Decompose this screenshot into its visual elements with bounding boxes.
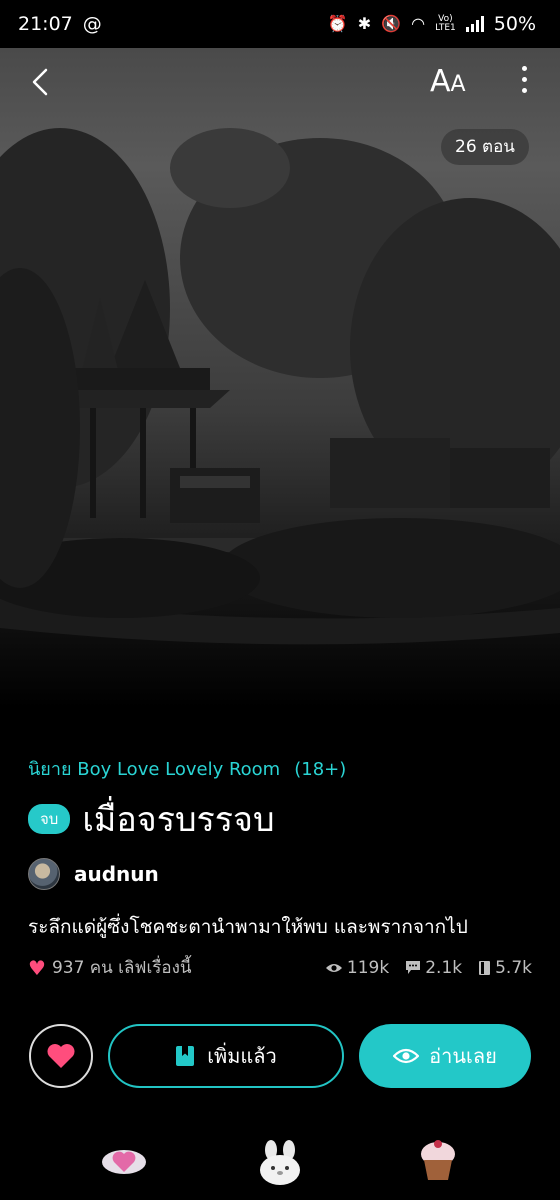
cupcake-sticker-icon <box>421 1140 455 1180</box>
story-synopsis: ระลึกแด่ผู้ซึ่งโชคชะตานำพามาให้พบ และพรา… <box>28 916 468 938</box>
bookmark-book-icon <box>176 1046 195 1066</box>
more-menu-button[interactable] <box>514 66 534 100</box>
cover-image: AA 26 ตอน <box>0 48 560 708</box>
signal-icon <box>465 16 484 32</box>
heart-icon: ♥ <box>28 955 46 980</box>
author-avatar <box>28 858 60 890</box>
status-bar: 21:07 @ ⏰ ✱ 🔇 ◠ Vo) LTE1 50% <box>0 0 560 48</box>
more-vertical-icon <box>514 66 534 93</box>
heart-sticker-button[interactable] <box>100 1140 148 1184</box>
font-size-icon: AA <box>430 64 466 99</box>
story-title: เมื่อจรบรรจบ <box>82 800 275 840</box>
likes-count-text: 937 คน เลิฟเรื่องนี้ <box>51 958 192 978</box>
heart-sticker-icon <box>102 1150 146 1174</box>
add-button-label: เพิ่มแล้ว <box>207 1044 277 1068</box>
add-to-library-button[interactable]: เพิ่มแล้ว <box>108 1024 344 1088</box>
title-row: จบ เมื่อจรบรรจบ <box>28 792 275 846</box>
heart-icon <box>47 1044 75 1068</box>
bluetooth-icon: ✱ <box>357 14 372 33</box>
category-text: นิยาย Boy Love Lovely Room <box>28 759 281 780</box>
read-now-button[interactable]: อ่านเลย <box>359 1024 531 1088</box>
episodes-count-badge: 26 ตอน <box>441 129 529 165</box>
back-button[interactable] <box>26 62 58 102</box>
mute-icon: 🔇 <box>381 14 402 33</box>
completion-status-badge: จบ <box>28 804 71 834</box>
eye-icon <box>393 1048 420 1064</box>
wifi-icon: ◠ <box>411 14 426 33</box>
book-icon <box>479 960 491 975</box>
eye-icon <box>325 963 342 972</box>
alarm-icon: ⏰ <box>327 14 348 33</box>
comment-icon <box>406 961 421 974</box>
cupcake-sticker-button[interactable] <box>418 1136 458 1188</box>
lte-indicator: Vo) LTE1 <box>435 14 456 33</box>
chevron-left-icon <box>32 68 48 96</box>
read-button-label: อ่านเลย <box>429 1044 497 1068</box>
battery-level: 50% <box>493 13 536 35</box>
category-label[interactable]: นิยาย Boy Love Lovely Room (18+) <box>28 754 346 783</box>
views-count: 119k <box>346 957 390 978</box>
font-size-button[interactable]: AA <box>430 64 466 103</box>
bunny-sticker-icon <box>260 1140 300 1185</box>
comments-count: 2.1k <box>425 957 463 978</box>
clock: 21:07 <box>18 13 73 35</box>
like-button[interactable] <box>29 1024 93 1088</box>
favorites-count: 5.7k <box>495 957 532 978</box>
age-rating: (18+) <box>294 759 347 780</box>
stats-row: ♥ 937 คน เลิฟเรื่องนี้ 119k 2.1k 5.7k <box>28 954 532 981</box>
bunny-sticker-button[interactable] <box>256 1138 304 1190</box>
author-link[interactable]: audnun <box>28 858 159 890</box>
at-icon: @ <box>82 13 102 35</box>
author-name: audnun <box>74 862 159 886</box>
